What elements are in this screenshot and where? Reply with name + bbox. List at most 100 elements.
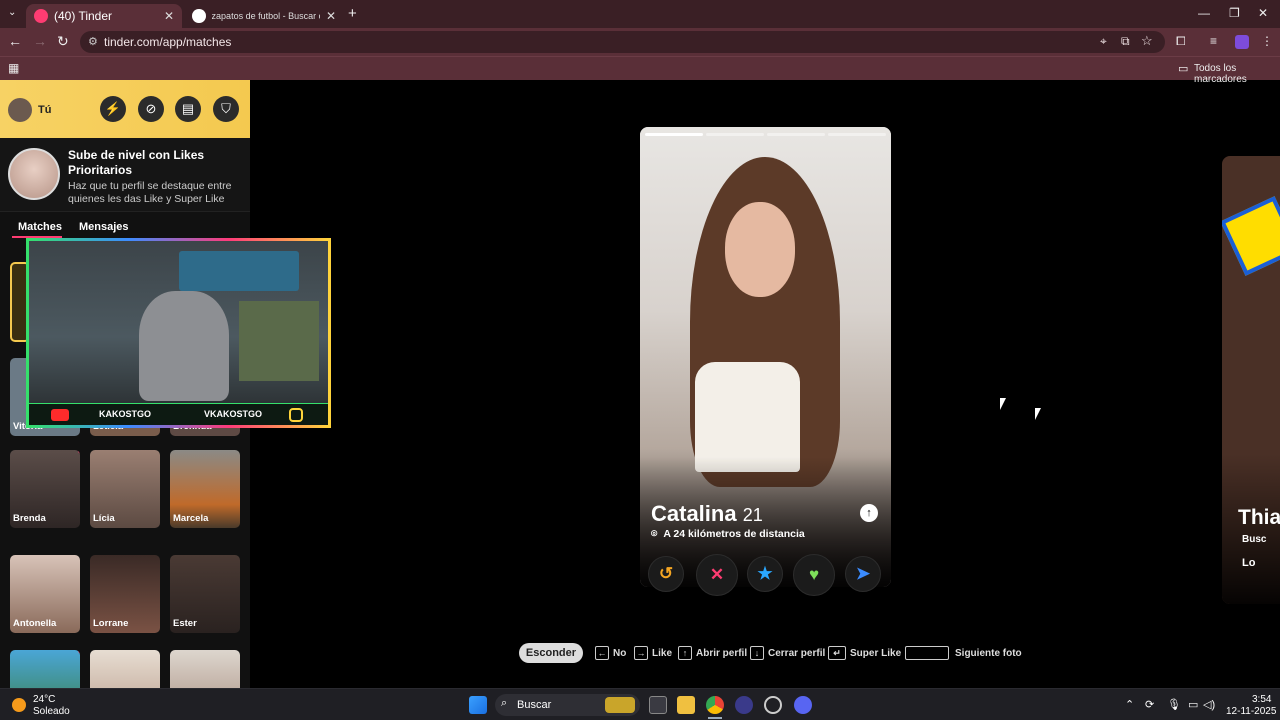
my-avatar[interactable]	[8, 98, 32, 122]
browser-tab-strip: ⌄ (40) Tinder ✕ zapatos de futbol - Busc…	[0, 0, 1280, 28]
forward-icon[interactable]: →	[33, 33, 47, 49]
close-tab-icon[interactable]: ✕	[164, 9, 174, 23]
tab-tinder[interactable]: (40) Tinder ✕	[26, 4, 182, 28]
shelf-shape	[239, 301, 319, 381]
location-icon[interactable]: ⌖	[1100, 34, 1107, 49]
minimize-icon[interactable]: —	[1198, 6, 1210, 20]
file-explorer-icon[interactable]	[677, 696, 695, 714]
weather-desc[interactable]: Soleado	[33, 706, 70, 717]
site-info-icon[interactable]: ⚙	[88, 35, 98, 48]
media-icon[interactable]: ≡	[1210, 34, 1217, 48]
profile-avatar[interactable]	[1235, 35, 1249, 49]
superlike-button[interactable]: ★	[747, 556, 783, 592]
location-pin-icon: ⌾	[651, 528, 658, 540]
volume-icon[interactable]: ◁)	[1203, 698, 1215, 711]
monitor-shape	[179, 251, 299, 291]
sun-weather-icon[interactable]	[12, 698, 26, 712]
address-toolbar: ← → ↻ ⚙ tinder.com/app/matches ⌖ ⧉ ☆ ⧠ ≡…	[0, 28, 1280, 56]
explore-icon[interactable]: ⊘	[138, 96, 164, 122]
chrome-icon[interactable]	[706, 696, 724, 714]
task-view-icon[interactable]	[649, 696, 667, 714]
menu-kebab-icon[interactable]: ⋮	[1261, 34, 1273, 48]
network-icon[interactable]: ▭	[1188, 698, 1198, 711]
close-window-icon[interactable]: ✕	[1258, 6, 1268, 20]
match-card[interactable]: Lícia	[90, 450, 160, 528]
new-tab-icon[interactable]: +	[348, 5, 357, 22]
boost-icon[interactable]: ⚡	[100, 96, 126, 122]
obs-icon[interactable]	[764, 696, 782, 714]
photo-bar[interactable]	[767, 133, 825, 136]
distance-line: ⌾ A 24 kilómetros de distancia	[651, 528, 805, 541]
photo-progress-bars	[645, 133, 886, 136]
tab-matches[interactable]: Matches	[18, 221, 62, 233]
tab-google-search[interactable]: zapatos de futbol - Buscar con ✕	[184, 4, 344, 28]
match-card[interactable]: Brenda	[10, 450, 80, 528]
weather-temp[interactable]: 24°C	[33, 694, 55, 705]
match-name: Lorrane	[93, 618, 129, 629]
match-card[interactable]: Ester	[170, 555, 240, 633]
priority-likes-promo[interactable]: Sube de nivel con Likes Prioritarios Haz…	[0, 138, 250, 212]
shield-icon[interactable]: ⛉	[213, 96, 239, 122]
tab-messages[interactable]: Mensajes	[79, 221, 129, 233]
match-name: Lícia	[93, 513, 115, 524]
profile-name-line: Catalina 21	[651, 501, 763, 527]
extensions-icon[interactable]: ⧠	[1176, 34, 1186, 49]
folder-icon: ▭	[1178, 63, 1189, 75]
photo-bar[interactable]	[828, 133, 886, 136]
tray-chevron-icon[interactable]: ⌃	[1125, 698, 1134, 711]
search-highlight-icon	[605, 697, 635, 713]
google-favicon	[192, 9, 206, 23]
profile-name: Catalina	[651, 501, 737, 526]
photo-top-shape	[695, 362, 800, 472]
clock-date[interactable]: 12-11-2025	[1226, 706, 1276, 717]
like-button[interactable]: ♥	[793, 554, 835, 596]
photo-face-shape	[725, 202, 795, 297]
sidebar-header: Tú ⚡ ⊘ ▤ ⛉	[0, 80, 250, 138]
photo-bar[interactable]	[645, 133, 703, 136]
app-icon[interactable]	[735, 696, 753, 714]
taskbar-search[interactable]: ⌕ Buscar	[495, 694, 640, 716]
back-icon[interactable]: ←	[8, 33, 22, 49]
nope-button[interactable]: ✕	[696, 554, 738, 596]
profile-age: 21	[742, 505, 763, 525]
next-profile-name: Thia	[1238, 506, 1280, 529]
windows-start-icon[interactable]	[469, 696, 487, 714]
promo-avatar	[8, 148, 60, 200]
tab-search-icon[interactable]: ⌄	[8, 7, 16, 18]
apps-grid-icon[interactable]: ▦	[8, 61, 19, 75]
bookmark-star-icon[interactable]: ☆	[1141, 33, 1153, 49]
restore-icon[interactable]: ❐	[1229, 6, 1240, 20]
install-icon[interactable]: ⧉	[1121, 34, 1130, 49]
right-key-icon: →	[634, 646, 648, 660]
match-card[interactable]: Antonella	[10, 555, 80, 633]
open-profile-icon[interactable]: ↑	[860, 504, 878, 522]
bookmarks-bar: ▦ ▭ Todos los marcadores	[0, 56, 1280, 85]
up-key-icon: ↑	[678, 646, 692, 660]
hide-shortcuts-button[interactable]: Esconder	[519, 643, 583, 663]
clock-time[interactable]: 3:54	[1252, 694, 1271, 705]
photo-bar[interactable]	[706, 133, 764, 136]
profile-card[interactable]: Catalina 21 ↑ ⌾ A 24 kilómetros de dista…	[640, 127, 891, 587]
match-card[interactable]: Marcela	[170, 450, 240, 528]
tray-sync-icon[interactable]: ⟳	[1145, 698, 1154, 711]
next-card-sticker	[1222, 196, 1280, 276]
reload-icon[interactable]: ↻	[57, 33, 69, 50]
close-tab-icon[interactable]: ✕	[326, 9, 336, 23]
microphone-icon[interactable]: 🎙	[1167, 698, 1181, 711]
streamer-silhouette	[139, 291, 229, 401]
match-name: Marcela	[173, 513, 209, 524]
tab-title: zapatos de futbol - Buscar con	[211, 11, 320, 21]
match-name: Antonella	[13, 618, 57, 629]
windows-taskbar: 24°C Soleado ⌕ Buscar ⌃ ⟳ 🎙 ▭ ◁) 3:54 12…	[0, 688, 1280, 720]
rewind-button[interactable]: ↺	[648, 556, 684, 592]
discord-icon[interactable]	[794, 696, 812, 714]
match-name: Ester	[173, 618, 197, 629]
url-bar[interactable]: ⚙ tinder.com/app/matches ⌖ ⧉ ☆	[80, 31, 1165, 53]
match-card[interactable]: Lorrane	[90, 555, 160, 633]
all-bookmarks-link[interactable]: Todos los marcadores	[1194, 63, 1280, 85]
boost-button[interactable]: ➤	[845, 556, 881, 592]
next-profile-line2: Lo	[1242, 557, 1256, 569]
my-profile-label[interactable]: Tú	[38, 104, 51, 116]
briefcase-icon[interactable]: ▤	[175, 96, 201, 122]
profile-distance: A 24 kilómetros de distancia	[663, 528, 805, 540]
